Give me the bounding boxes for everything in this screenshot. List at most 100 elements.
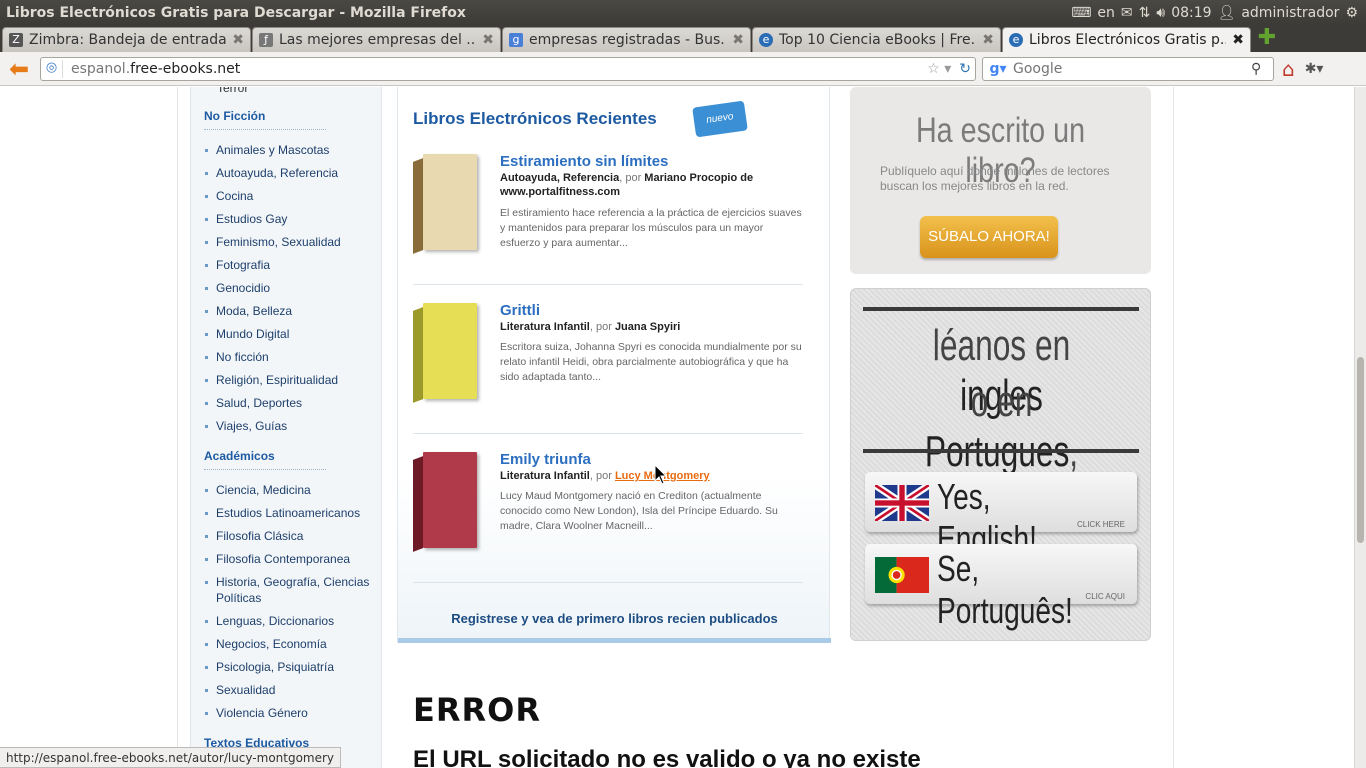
sidebar-item-cocina[interactable]: Cocina bbox=[205, 188, 377, 204]
sidebar-item-moda[interactable]: Moda, Belleza bbox=[205, 303, 377, 319]
sidebar-item-terror[interactable]: Terror bbox=[217, 87, 248, 95]
url-text[interactable]: espanol.free-ebooks.net bbox=[71, 61, 927, 77]
book-cover[interactable] bbox=[413, 452, 479, 562]
book-description: Lucy Maud Montgomery nació en Crediton (… bbox=[500, 490, 778, 532]
sidebar-item-negocios[interactable]: Negocios, Economía bbox=[205, 636, 377, 652]
sidebar-item-lenguas[interactable]: Lenguas, Diccionarios bbox=[205, 613, 377, 629]
network-icon[interactable]: ⇅ bbox=[1139, 5, 1151, 21]
user-icon[interactable]: 👤︎ bbox=[1218, 5, 1236, 21]
upload-now-button[interactable]: SÚBALO AHORA! bbox=[920, 216, 1058, 258]
book-title[interactable]: Emily triunfa bbox=[500, 451, 591, 468]
url-bar[interactable]: ◎ espanol.free-ebooks.net ☆ ▾ ↻ bbox=[40, 56, 976, 81]
section-heading-academicos[interactable]: Académicos bbox=[204, 449, 275, 463]
book-category[interactable]: Literatura Infantil bbox=[500, 321, 590, 333]
error-title: ERROR bbox=[413, 691, 541, 729]
recent-heading: Libros Electrónicos Recientes bbox=[413, 109, 657, 128]
sidebar-item-estudios-latino[interactable]: Estudios Latinoamericanos bbox=[205, 505, 377, 521]
bookmark-star-icon[interactable]: ☆ ▾ bbox=[927, 61, 951, 77]
new-tab-button[interactable]: ✚ bbox=[1256, 27, 1278, 50]
google-icon[interactable]: g▾ bbox=[983, 61, 1013, 77]
tab-libros[interactable]: e Libros Electrónicos Gratis p... ✖ bbox=[1002, 27, 1251, 52]
sidebar-item-salud[interactable]: Salud, Deportes bbox=[205, 395, 377, 411]
clock[interactable]: 08:19 bbox=[1171, 5, 1211, 21]
sidebar-item-animales[interactable]: Animales y Mascotas bbox=[205, 142, 377, 158]
sidebar-item-sexualidad[interactable]: Sexualidad bbox=[205, 682, 377, 698]
page-content: Terror No Ficción Animales y Mascotas Au… bbox=[0, 87, 1354, 768]
book-author[interactable]: Juana Spyiri bbox=[615, 321, 680, 333]
home-icon[interactable]: ⌂ bbox=[1282, 57, 1295, 81]
language-ad-line2: o en Portugues, bbox=[924, 377, 1078, 476]
tab-label: Zimbra: Bandeja de entrada bbox=[29, 32, 227, 48]
sidebar-item-no-ficcion[interactable]: No ficción bbox=[205, 349, 377, 365]
sidebar-item-filosofia-contemporanea[interactable]: Filosofia Contemporanea bbox=[205, 551, 377, 567]
sidebar-item-ciencia[interactable]: Ciencia, Medicina bbox=[205, 482, 377, 498]
close-icon[interactable]: ✖ bbox=[732, 32, 744, 48]
search-input[interactable] bbox=[1013, 60, 1251, 77]
sidebar-item-autoayuda[interactable]: Autoayuda, Referencia bbox=[205, 165, 377, 181]
panel-bottom-border bbox=[398, 638, 831, 643]
divider bbox=[863, 307, 1139, 311]
close-icon[interactable]: ✖ bbox=[982, 32, 994, 48]
navigation-bar: ⬅ ◎ espanol.free-ebooks.net ☆ ▾ ↻ g▾ ⚲ ⌂… bbox=[0, 52, 1366, 86]
register-link[interactable]: Registrese y vea de primero libros recie… bbox=[398, 611, 831, 626]
keyboard-layout[interactable]: en bbox=[1097, 5, 1115, 21]
close-icon[interactable]: ✖ bbox=[232, 32, 244, 48]
mail-icon[interactable]: ✉ bbox=[1121, 5, 1133, 21]
book-cover[interactable] bbox=[413, 303, 479, 413]
close-icon[interactable]: ✖ bbox=[1232, 32, 1244, 48]
book-meta: Autoayuda, Referencia, por Mariano Proco… bbox=[500, 172, 754, 198]
book-title[interactable]: Grittli bbox=[500, 302, 540, 319]
book-item: Estiramiento sin límites Autoayuda, Refe… bbox=[413, 153, 803, 304]
book-category[interactable]: Literatura Infantil bbox=[500, 470, 590, 482]
divider bbox=[413, 433, 803, 434]
site-identity-icon[interactable]: ◎ bbox=[41, 59, 63, 78]
page-scrollbar[interactable] bbox=[1354, 87, 1366, 768]
tab-top10[interactable]: e Top 10 Ciencia eBooks | Fre... ✖ bbox=[752, 27, 1001, 52]
book-spine bbox=[413, 456, 423, 552]
back-button[interactable]: ⬅ bbox=[4, 54, 34, 84]
sidebar-item-filosofia-clasica[interactable]: Filosofia Clásica bbox=[205, 528, 377, 544]
book-cover[interactable] bbox=[413, 154, 479, 264]
search-bar[interactable]: g▾ ⚲ bbox=[982, 56, 1274, 81]
book-title[interactable]: Estiramiento sin límites bbox=[500, 153, 668, 170]
keyboard-icon[interactable]: ⌨ bbox=[1071, 5, 1091, 21]
sidebar-item-genocidio[interactable]: Genocidio bbox=[205, 280, 377, 296]
volume-icon[interactable]: 🔊︎ bbox=[1156, 5, 1165, 21]
academicos-list: Ciencia, Medicina Estudios Latinoamerica… bbox=[205, 482, 377, 728]
sidebar-item-estudios-gay[interactable]: Estudios Gay bbox=[205, 211, 377, 227]
book-description: Escritora suiza, Johanna Spyri es conoci… bbox=[500, 341, 802, 383]
english-button[interactable]: Yes, English! CLICK HERE bbox=[865, 472, 1137, 559]
portuguese-sublabel: CLIC AQUI bbox=[1085, 592, 1125, 601]
ebooks-icon: e bbox=[1009, 33, 1023, 47]
book-spine bbox=[413, 158, 423, 254]
sidebar-item-feminismo[interactable]: Feminismo, Sexualidad bbox=[205, 234, 377, 250]
error-subtitle: El URL solicitado no es valido o ya no e… bbox=[413, 746, 921, 768]
reload-icon[interactable]: ↻ bbox=[959, 61, 971, 77]
search-icon[interactable]: ⚲ bbox=[1251, 61, 1273, 77]
close-icon[interactable]: ✖ bbox=[482, 32, 494, 48]
book-spine bbox=[413, 307, 423, 403]
sidebar-item-fotografia[interactable]: Fotografia bbox=[205, 257, 377, 273]
section-heading-no-ficcion[interactable]: No Ficción bbox=[204, 109, 265, 123]
user-name[interactable]: administrador bbox=[1241, 5, 1339, 21]
tab-label: Libros Electrónicos Gratis p... bbox=[1029, 32, 1227, 48]
tab-zimbra[interactable]: Z Zimbra: Bandeja de entrada ✖ bbox=[2, 27, 251, 52]
page-icon: ƒ bbox=[259, 33, 273, 47]
tab-google-search[interactable]: g empresas registradas - Bus... ✖ bbox=[502, 27, 751, 52]
scrollbar-thumb[interactable] bbox=[1357, 357, 1364, 543]
sidebar-item-mundo-digital[interactable]: Mundo Digital bbox=[205, 326, 377, 342]
book-category[interactable]: Autoayuda, Referencia bbox=[500, 172, 619, 184]
divider bbox=[413, 582, 803, 583]
sidebar-item-violencia[interactable]: Violencia Género bbox=[205, 705, 377, 721]
sidebar-item-psicologia[interactable]: Psicologia, Psiquiatría bbox=[205, 659, 377, 675]
sidebar-item-viajes[interactable]: Viajes, Guías bbox=[205, 418, 377, 434]
sidebar-item-religion[interactable]: Religión, Espiritualidad bbox=[205, 372, 377, 388]
tab-empresas[interactable]: ƒ Las mejores empresas del ... ✖ bbox=[252, 27, 501, 52]
book-item: Grittli Literatura Infantil, por Juana S… bbox=[413, 302, 803, 453]
sidebar-item-historia[interactable]: Historia, Geografía, Ciencias Políticas bbox=[205, 574, 377, 606]
portugal-flag-icon bbox=[875, 557, 929, 593]
upload-book-ad: Ha escrito un libro? Publíquelo aquí don… bbox=[850, 87, 1151, 274]
portuguese-button[interactable]: Se, Português! CLIC AQUI bbox=[865, 544, 1137, 631]
gear-icon[interactable]: ⚙ bbox=[1345, 5, 1358, 21]
addon-icon[interactable]: ✱▾ bbox=[1305, 61, 1324, 77]
